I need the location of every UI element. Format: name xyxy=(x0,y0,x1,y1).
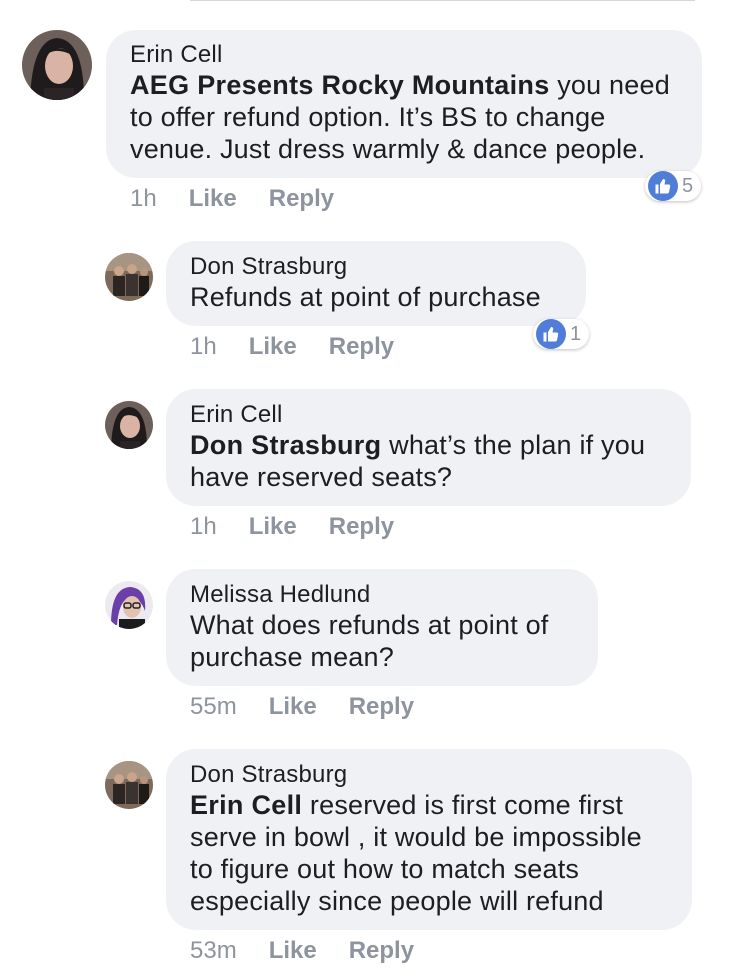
avatar[interactable] xyxy=(22,30,92,100)
comment-timestamp: 1h xyxy=(190,513,217,540)
like-button[interactable]: Like xyxy=(249,513,297,541)
comment-actions: 1h Like Reply xyxy=(190,512,426,542)
comment-text: AEG Presents Rocky Mountains you need to… xyxy=(130,70,670,164)
reply-button[interactable]: Reply xyxy=(349,693,414,721)
mention-link[interactable]: Erin Cell xyxy=(190,790,302,820)
comment-timestamp: 55m xyxy=(190,693,237,720)
comment-author[interactable]: Melissa Hedlund xyxy=(190,581,574,609)
comment-bubble: Don Strasburg Refunds at point of purcha… xyxy=(166,241,586,326)
reaction-summary[interactable]: 5 xyxy=(645,171,702,201)
reaction-count: 5 xyxy=(682,174,694,197)
comment-bubble: Don Strasburg Erin Cell reserved is firs… xyxy=(166,749,692,930)
reply-button[interactable]: Reply xyxy=(329,513,394,541)
comment-author[interactable]: Erin Cell xyxy=(190,401,667,429)
comment-actions: 1h Like Reply xyxy=(130,184,366,214)
comment-text: Don Strasburg what’s the plan if you hav… xyxy=(190,430,646,492)
comment-timestamp: 1h xyxy=(130,185,157,212)
mention-link[interactable]: AEG Presents Rocky Mountains xyxy=(130,70,550,100)
comment-bubble: Melissa Hedlund What does refunds at poi… xyxy=(166,569,598,686)
avatar[interactable] xyxy=(105,401,153,449)
reply-button[interactable]: Reply xyxy=(329,333,394,361)
avatar[interactable] xyxy=(105,761,153,809)
like-button[interactable]: Like xyxy=(249,333,297,361)
comment-author[interactable]: Erin Cell xyxy=(130,41,678,69)
comment-actions: 53m Like Reply xyxy=(190,936,446,966)
comment-actions: 55m Like Reply xyxy=(190,692,446,722)
reaction-summary[interactable]: 1 xyxy=(533,319,590,349)
comment-text: What does refunds at point of purchase m… xyxy=(190,610,549,672)
reply-button[interactable]: Reply xyxy=(349,937,414,965)
reaction-count: 1 xyxy=(570,322,582,345)
comment-text: Refunds at point of purchase xyxy=(190,282,541,312)
avatar[interactable] xyxy=(105,581,153,629)
comment-timestamp: 53m xyxy=(190,937,237,964)
reply-button[interactable]: Reply xyxy=(269,185,334,213)
comment-bubble: Erin Cell AEG Presents Rocky Mountains y… xyxy=(106,30,702,178)
avatar[interactable] xyxy=(105,253,153,301)
comment-text: Erin Cell reserved is first come first s… xyxy=(190,790,642,916)
comment-bubble: Erin Cell Don Strasburg what’s the plan … xyxy=(166,389,691,506)
comment-timestamp: 1h xyxy=(190,333,217,360)
mention-link[interactable]: Don Strasburg xyxy=(190,430,381,460)
comment-author[interactable]: Don Strasburg xyxy=(190,253,562,281)
comment-author[interactable]: Don Strasburg xyxy=(190,761,668,789)
like-button[interactable]: Like xyxy=(269,937,317,965)
comment-actions: 1h Like Reply xyxy=(190,332,426,362)
thumbs-up-icon xyxy=(648,171,678,201)
like-button[interactable]: Like xyxy=(189,185,237,213)
thumbs-up-icon xyxy=(536,319,566,349)
like-button[interactable]: Like xyxy=(269,693,317,721)
divider xyxy=(190,0,695,1)
